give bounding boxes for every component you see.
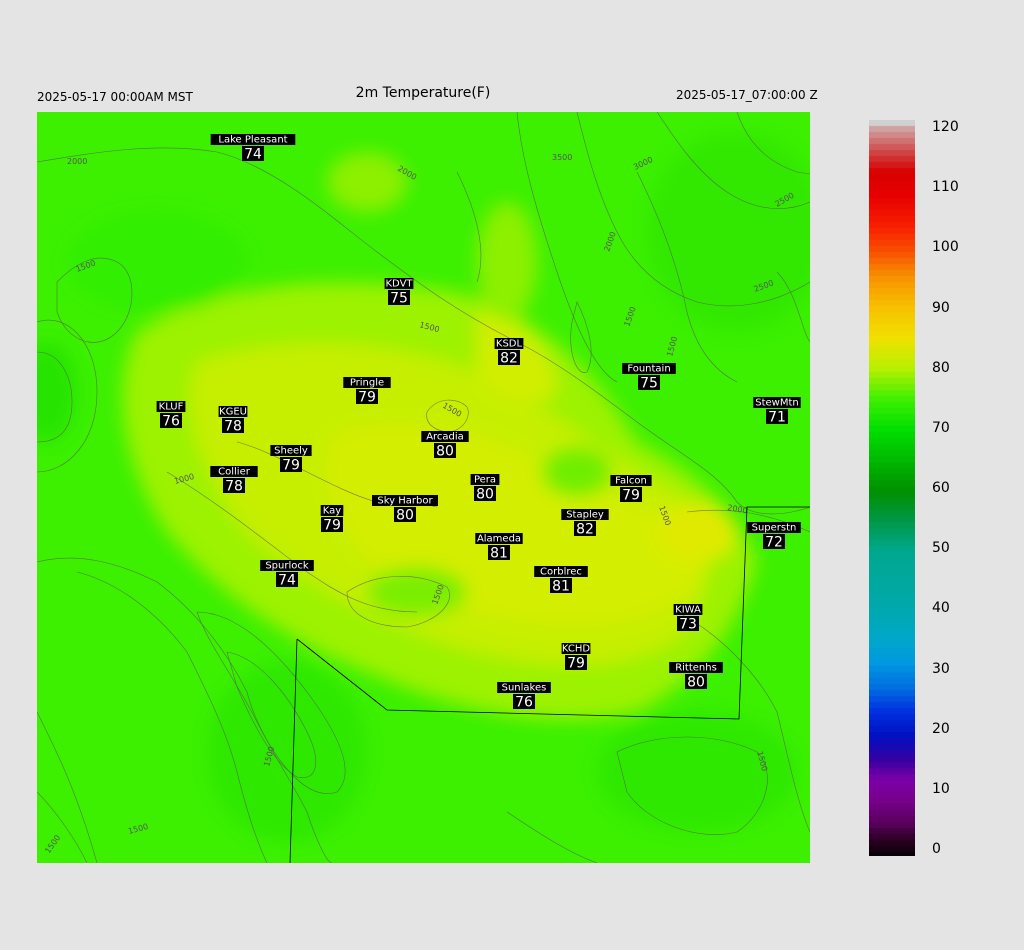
station-temperature: 72 xyxy=(765,535,783,551)
colorbar-tick-label: 110 xyxy=(932,179,959,196)
station-name: Fountain xyxy=(627,364,670,375)
station-marker: KDVT75 xyxy=(384,278,413,307)
colorbar-tick-label: 30 xyxy=(932,660,950,677)
station-name: Pringle xyxy=(350,378,384,389)
station-temperature: 80 xyxy=(436,444,454,460)
station-temperature: 76 xyxy=(515,695,533,711)
station-temperature: 75 xyxy=(390,291,408,307)
station-name: Alameda xyxy=(477,534,521,545)
station-temperature: 76 xyxy=(162,414,180,430)
station-name: Sunlakes xyxy=(502,683,547,694)
station-temperature: 73 xyxy=(679,617,697,633)
station-temperature: 82 xyxy=(576,522,594,538)
station-name: Rittenhs xyxy=(675,663,717,674)
station-name: Arcadia xyxy=(426,432,464,443)
station-name: Lake Pleasant xyxy=(218,135,287,146)
station-temperature: 79 xyxy=(358,390,376,406)
station-name: KIWA xyxy=(675,605,701,616)
station-name: Superstn xyxy=(752,523,797,534)
station-marker: Pera80 xyxy=(470,474,500,503)
station-name: StewMtn xyxy=(755,398,799,409)
station-name: KGEU xyxy=(219,407,247,418)
colorbar-tick-label: 10 xyxy=(932,780,950,797)
station-marker: KIWA73 xyxy=(673,604,703,633)
station-temperature: 80 xyxy=(687,675,705,691)
colorbar-tick-label: 100 xyxy=(932,239,959,256)
station-temperature: 74 xyxy=(244,147,262,163)
station-marker: Kay79 xyxy=(320,505,344,534)
station-name: KSDL xyxy=(496,339,523,350)
station-temperature: 80 xyxy=(476,487,494,503)
valid-time-utc: 2025-05-17_07:00:00 Z xyxy=(676,88,818,102)
colorbar-tick-label: 70 xyxy=(932,419,950,436)
station-name: Stapley xyxy=(566,510,604,521)
colorbar-tick-label: 120 xyxy=(932,119,959,135)
station-temperature: 71 xyxy=(768,410,786,426)
station-name: Spurlock xyxy=(265,561,309,572)
station-temperature: 78 xyxy=(225,479,243,495)
station-temperature: 79 xyxy=(567,656,585,672)
contour-label: 2000 xyxy=(67,157,87,166)
temperature-colorbar xyxy=(869,120,915,856)
colorbar-tick-label: 90 xyxy=(932,299,950,316)
colorbar-tick-label: 80 xyxy=(932,359,950,376)
colorbar-tick-label: 20 xyxy=(932,720,950,737)
station-name: Sky Harbor xyxy=(377,496,433,507)
temperature-map: 2000 2000 3500 3000 2500 2500 1500 1500 … xyxy=(37,112,810,863)
station-temperature: 78 xyxy=(224,419,242,435)
station-name: Corblrec xyxy=(540,567,582,578)
colorbar-tick-label: 0 xyxy=(932,841,941,857)
colorbar-tick-label: 50 xyxy=(932,540,950,557)
station-temperature: 79 xyxy=(323,518,341,534)
station-marker: KLUF76 xyxy=(156,401,186,430)
station-marker: KGEU78 xyxy=(218,406,248,435)
station-temperature: 81 xyxy=(552,579,570,595)
station-name: Collier xyxy=(218,467,251,478)
colorbar-tick-label: 40 xyxy=(932,600,950,617)
contour-label: 3500 xyxy=(552,153,572,162)
station-temperature: 82 xyxy=(500,351,518,367)
station-temperature: 74 xyxy=(278,573,296,589)
station-name: Sheely xyxy=(274,446,308,457)
station-marker: KSDL82 xyxy=(494,338,524,367)
station-temperature: 79 xyxy=(622,488,640,504)
station-name: KDVT xyxy=(385,279,413,290)
station-name: KCHD xyxy=(562,644,591,655)
colorbar-tick-label: 60 xyxy=(932,480,950,496)
station-name: Falcon xyxy=(615,476,647,487)
station-name: KLUF xyxy=(159,402,184,413)
station-temperature: 80 xyxy=(396,508,414,524)
station-temperature: 79 xyxy=(282,458,300,474)
station-temperature: 81 xyxy=(490,546,508,562)
station-marker: KCHD79 xyxy=(561,643,591,672)
station-temperature: 75 xyxy=(640,376,658,392)
station-name: Kay xyxy=(323,506,342,517)
station-name: Pera xyxy=(474,475,496,486)
